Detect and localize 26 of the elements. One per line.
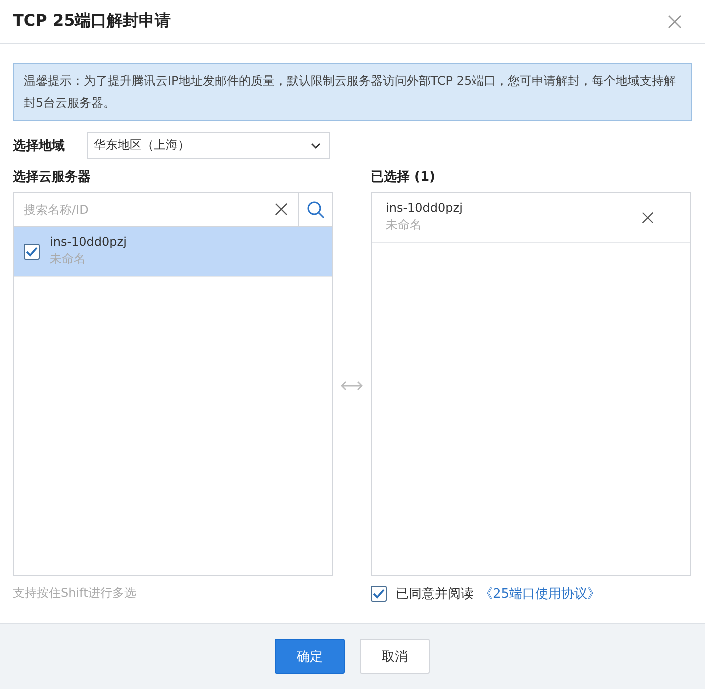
server-name: 未命名 — [386, 217, 423, 234]
notice-banner: 温馨提示：为了提升腾讯云IP地址发邮件的质量，默认限制云服务器访问外部TCP 25端口，您可申请解封，每个地域支持解封5台云服务器。 — [13, 63, 692, 121]
chevron-down-icon — [311, 142, 321, 148]
agree-text: 已同意并阅读 《25端口使用协议》 — [396, 586, 601, 603]
close-icon — [668, 14, 682, 28]
agreement-link[interactable]: 《25端口使用协议》 — [480, 587, 601, 602]
transfer-arrow-icon — [341, 380, 363, 390]
servers-label: 选择云服务器 — [13, 169, 92, 186]
server-name: 未命名 — [50, 251, 87, 268]
region-select[interactable]: 华东地区（上海） — [87, 132, 330, 159]
search-icon — [306, 200, 324, 218]
selected-label: 已选择 (1) — [371, 169, 436, 186]
remove-icon — [642, 212, 654, 224]
checkbox[interactable] — [24, 244, 40, 260]
server-row[interactable]: ins-10dd0pzj 未命名 — [14, 227, 332, 277]
server-id: ins-10dd0pzj — [386, 201, 463, 215]
region-label: 选择地域 — [13, 138, 65, 154]
clear-icon — [274, 203, 288, 216]
dialog-title: TCP 25端口解封申请 — [13, 11, 172, 32]
multi-select-hint: 支持按住Shift进行多选 — [13, 585, 138, 602]
check-icon — [26, 246, 38, 256]
confirm-button[interactable]: 确定 — [275, 639, 345, 674]
check-icon — [373, 589, 385, 599]
agree-checkbox[interactable] — [371, 586, 387, 602]
cancel-button[interactable]: 取消 — [360, 639, 430, 674]
server-id: ins-10dd0pzj — [50, 235, 127, 249]
